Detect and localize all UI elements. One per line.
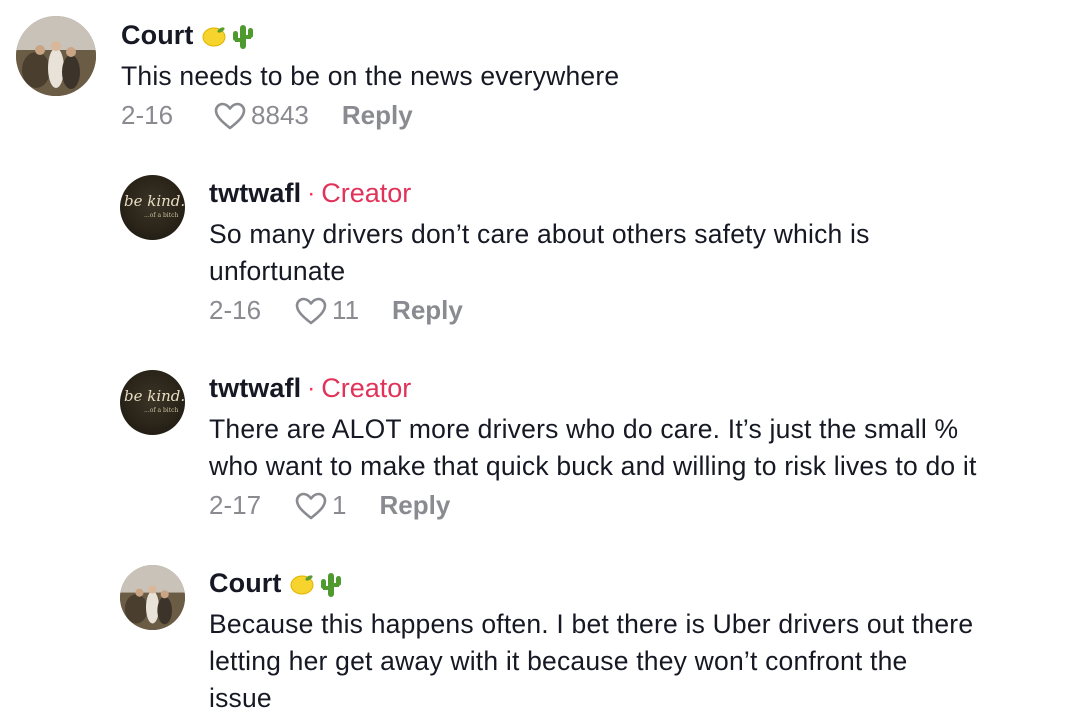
avatar[interactable]: be kind. ...of a bitch [120,370,185,435]
like-count: 1 [332,490,347,520]
lemon-emoji-icon [202,26,226,46]
reply-button[interactable]: Reply [392,295,463,326]
like-button[interactable]: 11 [294,295,359,326]
comment-text-line: who want to make that quick buck and wil… [209,451,977,481]
comment-text-line: So many drivers don’t care about others … [209,219,870,249]
separator-dot: · [307,179,316,207]
username[interactable]: Court [121,20,193,51]
comment-text-line: There are ALOT more drivers who do care.… [209,414,959,444]
creator-badge: Creator [321,373,412,403]
avatar[interactable] [120,565,185,630]
like-count: 11 [332,295,360,325]
be-kind-avatar-icon: be kind. ...of a bitch [124,387,185,414]
comment-text: There are ALOT more drivers who do care.… [209,411,977,485]
comment-text-line: letting her get away with it because the… [209,646,908,676]
heart-outline-icon [295,492,327,519]
be-kind-avatar-icon: be kind. ...of a bitch [124,192,185,219]
like-button[interactable]: 8843 [213,100,309,131]
comment-text-line: unfortunate [209,256,346,286]
svg-text:be kind.: be kind. [124,387,185,405]
creator-badge: Creator [321,178,412,208]
avatar-photo-icon [16,16,96,96]
username[interactable]: Court [209,568,281,599]
svg-text:...of a bitch: ...of a bitch [144,407,178,414]
svg-text:...of a bitch: ...of a bitch [144,212,178,219]
comment-date: 2-16 [209,295,262,325]
comment-date: 2-16 [121,100,174,130]
username[interactable]: twtwafl [209,178,301,209]
reply-button[interactable]: Reply [342,100,413,131]
heart-outline-icon [295,297,327,324]
svg-text:be kind.: be kind. [124,192,185,210]
comment-text: So many drivers don’t care about others … [209,216,870,290]
emoji-group [289,570,343,598]
like-button[interactable]: 1 [294,490,347,521]
separator-dot: · [307,374,316,402]
comment-text: Because this happens often. I bet there … [209,606,973,717]
reply-button[interactable]: Reply [380,490,451,521]
like-count: 8843 [251,100,309,130]
comment-date: 2-17 [209,490,262,520]
cactus-emoji-icon [233,24,254,49]
comment-text-line: Because this happens often. I bet there … [209,609,974,639]
username[interactable]: twtwafl [209,373,301,404]
avatar-photo-icon [120,565,185,630]
emoji-group [201,22,255,50]
comment-text: This needs to be on the news everywhere [121,61,620,91]
lemon-emoji-icon [290,574,314,594]
cactus-emoji-icon [321,572,342,597]
comment-text-line: issue [209,683,272,713]
avatar[interactable]: be kind. ...of a bitch [120,175,185,240]
heart-outline-icon [214,102,246,129]
avatar[interactable] [16,16,96,96]
